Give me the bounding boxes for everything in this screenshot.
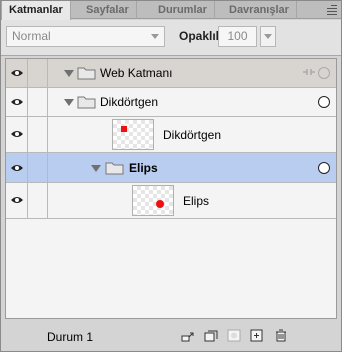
folder-icon bbox=[105, 161, 125, 175]
visibility-toggle[interactable] bbox=[6, 117, 28, 152]
layers-panel: Katmanlar Sayfalar Durumlar Davranışlar … bbox=[0, 0, 342, 352]
web-layer-share-icon bbox=[302, 67, 316, 80]
layer-name: Dikdörtgen bbox=[100, 95, 159, 109]
visibility-toggle[interactable] bbox=[6, 88, 28, 116]
expand-triangle-icon[interactable] bbox=[64, 70, 74, 77]
layer-row-web[interactable]: Web Katmanı bbox=[6, 59, 336, 88]
tab-layers[interactable]: Katmanlar bbox=[1, 1, 71, 20]
lock-toggle[interactable] bbox=[28, 183, 48, 218]
rectangle-thumbnail bbox=[112, 119, 154, 150]
chevron-down-icon bbox=[151, 34, 159, 39]
eye-icon bbox=[11, 164, 23, 172]
layer-name: Dikdörtgen bbox=[163, 128, 222, 142]
layer-name: Elips bbox=[129, 161, 158, 175]
ellipse-thumbnail bbox=[132, 185, 174, 216]
panel-footer: Durum 1 bbox=[1, 321, 341, 351]
layers-list: Web Katmanı Dikdörtgen Dikdörtgen Elips … bbox=[5, 58, 337, 319]
folder-icon bbox=[77, 95, 97, 109]
layer-row-rect-folder[interactable]: Dikdörtgen bbox=[6, 88, 336, 117]
tab-behaviors[interactable]: Davranışlar bbox=[222, 1, 297, 19]
layer-row-rect-object[interactable]: Dikdörtgen bbox=[6, 117, 336, 153]
layer-name: Web Katmanı bbox=[100, 66, 173, 80]
new-sub-layer-icon[interactable] bbox=[181, 329, 195, 342]
new-layer-icon[interactable] bbox=[204, 329, 218, 342]
opacity-label: Opaklık bbox=[179, 29, 223, 43]
folder-icon bbox=[77, 66, 97, 80]
visibility-toggle[interactable] bbox=[6, 183, 28, 218]
tab-states[interactable]: Durumlar bbox=[151, 1, 215, 19]
expand-triangle-icon[interactable] bbox=[91, 165, 101, 172]
layer-name: Elips bbox=[183, 194, 210, 208]
blend-mode-select[interactable]: Normal bbox=[6, 26, 165, 47]
chevron-down-icon bbox=[264, 34, 272, 39]
layer-row-ellipse-folder[interactable]: Elips bbox=[6, 153, 336, 183]
target-circle-icon[interactable] bbox=[318, 67, 330, 79]
new-duplicate-layer-icon[interactable] bbox=[250, 329, 264, 342]
lock-toggle[interactable] bbox=[28, 117, 48, 152]
eye-icon bbox=[11, 130, 23, 138]
opacity-dropdown-button[interactable] bbox=[260, 26, 276, 47]
options-row: Normal Opaklık 100 bbox=[1, 20, 341, 56]
add-mask-icon[interactable] bbox=[227, 329, 241, 342]
opacity-input[interactable]: 100 bbox=[218, 26, 257, 47]
layer-row-ellipse-object[interactable]: Elips bbox=[6, 183, 336, 219]
trash-icon[interactable] bbox=[274, 329, 288, 342]
target-circle-icon[interactable] bbox=[318, 96, 330, 108]
lock-toggle[interactable] bbox=[28, 88, 48, 116]
visibility-toggle[interactable] bbox=[6, 153, 28, 182]
expand-triangle-icon[interactable] bbox=[64, 99, 74, 106]
eye-icon bbox=[11, 196, 23, 204]
eye-icon bbox=[11, 69, 23, 77]
blend-mode-value: Normal bbox=[12, 29, 51, 43]
target-circle-icon[interactable] bbox=[318, 162, 330, 174]
state-label: Durum 1 bbox=[47, 330, 94, 344]
visibility-toggle[interactable] bbox=[6, 59, 28, 87]
tab-bar: Katmanlar Sayfalar Durumlar Davranışlar bbox=[1, 1, 341, 20]
lock-toggle[interactable] bbox=[28, 59, 48, 87]
tab-pages[interactable]: Sayfalar bbox=[79, 1, 137, 19]
lock-toggle[interactable] bbox=[28, 153, 48, 182]
panel-menu-icon[interactable] bbox=[323, 4, 337, 16]
eye-icon bbox=[11, 98, 23, 106]
